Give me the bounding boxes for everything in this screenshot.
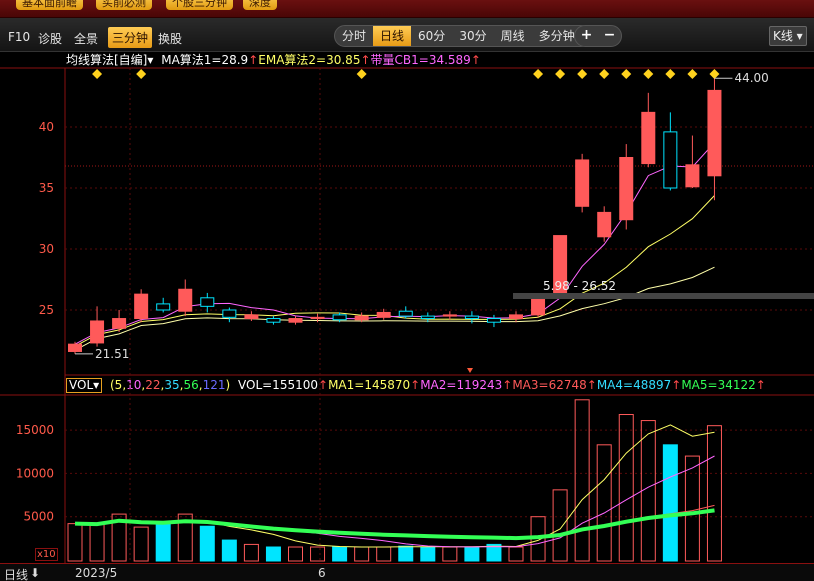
candle-body — [134, 293, 149, 320]
signal-diamond — [621, 69, 632, 79]
vol-ma1-line — [74, 424, 715, 548]
candle-body — [222, 309, 237, 318]
volume-bar — [133, 526, 149, 562]
volume-bar — [684, 455, 700, 562]
volume-bar — [442, 546, 458, 562]
volume-tick-label: 10000 — [16, 466, 54, 480]
volume-tick-label: 5000 — [23, 510, 54, 524]
signal-diamond — [356, 69, 367, 79]
signal-diamond — [555, 69, 566, 79]
signal-diamond — [599, 69, 610, 79]
candle-body — [398, 310, 413, 317]
volume-bar — [376, 546, 392, 562]
ma-line-yellow — [74, 195, 715, 347]
signal-diamond — [643, 69, 654, 79]
candle-body — [509, 314, 523, 320]
volume-bar — [310, 546, 326, 562]
candle-body — [354, 315, 369, 321]
candle-body — [200, 297, 215, 307]
high-label: 44.00 — [734, 71, 768, 85]
volume-bar — [574, 399, 590, 562]
volume-bar — [618, 414, 634, 562]
volume-bar — [265, 546, 281, 562]
volume-bar — [67, 523, 83, 562]
volume-bar — [706, 425, 722, 562]
volume-bar — [243, 543, 259, 562]
signal-diamond — [136, 69, 147, 79]
candle-body — [156, 303, 171, 311]
candle-body — [376, 311, 391, 318]
candle-body — [310, 316, 325, 320]
candle-body — [112, 318, 127, 329]
volume-bar — [199, 525, 215, 562]
date-label-2023-5: 2023/5 — [75, 566, 118, 580]
candle-body — [90, 320, 105, 344]
candle-body — [486, 318, 501, 323]
candle-body — [420, 315, 435, 320]
volume-tick-label: 15000 — [16, 423, 54, 437]
volume-bar — [288, 546, 303, 562]
volume-bar — [640, 420, 656, 562]
candle-body — [178, 288, 193, 312]
signal-diamond — [687, 69, 698, 79]
candle-body — [68, 343, 82, 352]
volume-scale-label: x10 — [35, 548, 58, 561]
volume-bar — [662, 444, 678, 562]
candle-body — [619, 157, 634, 221]
signal-diamond — [533, 69, 544, 79]
volume-bar — [596, 444, 612, 562]
ma-line-magenta — [74, 142, 715, 345]
volume-bar — [155, 523, 171, 562]
candle-body — [707, 89, 722, 177]
volume-bar — [354, 546, 370, 562]
period-label: 日线 — [4, 568, 29, 581]
volume-bar — [420, 546, 436, 562]
candle-body — [332, 314, 347, 321]
candle-body — [266, 318, 281, 323]
vol-ma5-line — [74, 508, 715, 541]
volume-bar — [221, 539, 237, 562]
low-label: 21.51 — [95, 347, 129, 361]
signal-diamond — [709, 69, 720, 79]
volume-bar — [332, 546, 348, 562]
volume-bar — [89, 523, 105, 562]
price-tick-label: 35 — [39, 181, 54, 195]
candle-body — [464, 315, 479, 320]
candle-body — [442, 314, 457, 317]
kline-chart[interactable]: 25 30 35 40 5000 10000 15000 44.00 21.51 5.98 -… — [0, 0, 814, 581]
candle-body — [663, 131, 678, 189]
signal-diamond — [665, 69, 676, 79]
price-tick-label: 40 — [39, 120, 54, 134]
volume-bar — [398, 545, 414, 562]
date-axis: 日线 ⬇ 2023/5 6 — [0, 563, 814, 581]
volume-bar — [552, 489, 568, 562]
range-band — [513, 293, 814, 299]
down-marker-icon — [467, 368, 473, 373]
price-tick-label: 25 — [39, 303, 54, 317]
candle-body — [288, 318, 303, 323]
candle-body — [597, 211, 612, 238]
candle-body — [685, 164, 700, 188]
volume-bar — [508, 546, 524, 562]
signal-diamond — [92, 69, 103, 79]
candle-body — [531, 298, 546, 316]
down-arrow-icon[interactable]: ⬇ — [30, 566, 40, 580]
range-label: 5.98 - 26.52 — [543, 279, 616, 293]
candle-body — [244, 314, 259, 320]
ma-line-white — [74, 266, 715, 351]
candle-body — [575, 159, 590, 207]
price-tick-label: 30 — [39, 242, 54, 256]
candle-body — [641, 111, 656, 165]
volume-bar — [464, 546, 480, 562]
signal-diamond — [577, 69, 588, 79]
date-label-6: 6 — [318, 566, 326, 580]
